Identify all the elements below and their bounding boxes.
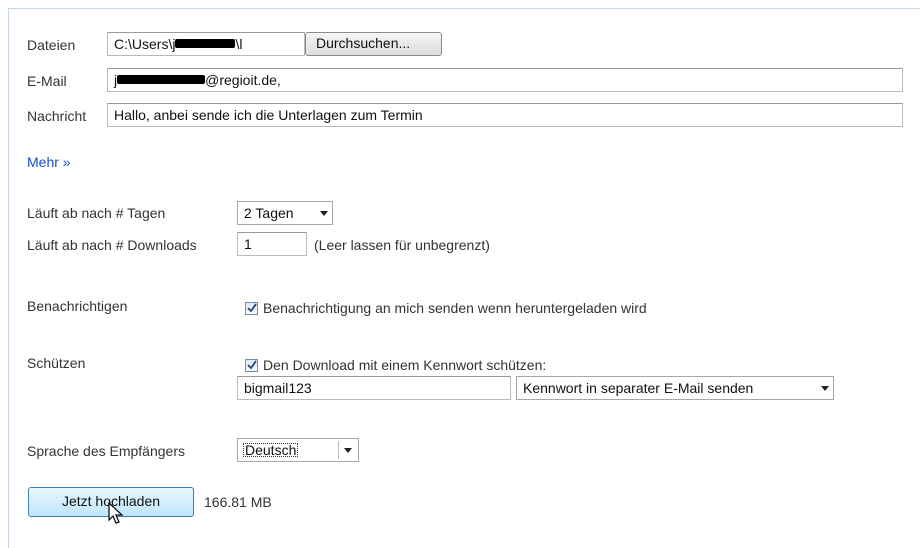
- protect-label: Schützen: [27, 355, 86, 371]
- checkmark-icon: [247, 303, 257, 313]
- expires-days-select[interactable]: 2 Tagen: [237, 201, 333, 225]
- message-label: Nachricht: [27, 108, 87, 124]
- files-input[interactable]: C:\Users\j \l: [107, 32, 305, 56]
- more-options-link[interactable]: Mehr »: [27, 154, 71, 170]
- redacted-text: [175, 39, 236, 48]
- message-input[interactable]: Hallo, anbei sende ich die Unterlagen zu…: [107, 103, 903, 127]
- expires-downloads-input[interactable]: 1: [237, 232, 307, 256]
- redacted-text: [117, 75, 206, 84]
- notify-checkbox[interactable]: [245, 302, 258, 315]
- total-size-text: 166.81 MB: [204, 494, 272, 510]
- upload-form-panel: Dateien C:\Users\j \l Durchsuchen... E-Ma…: [8, 8, 920, 548]
- notify-label: Benachrichtigen: [27, 298, 128, 314]
- browse-button[interactable]: Durchsuchen...: [305, 32, 442, 56]
- expires-downloads-hint: (Leer lassen für unbegrenzt): [314, 237, 490, 253]
- protect-checkbox[interactable]: [245, 359, 258, 372]
- files-label: Dateien: [27, 37, 76, 53]
- email-label: E-Mail: [27, 73, 67, 89]
- chevron-down-icon: [821, 386, 829, 391]
- expires-downloads-label: Läuft ab nach # Downloads: [27, 237, 197, 253]
- checkmark-icon: [247, 360, 257, 370]
- chevron-down-icon: [320, 211, 328, 216]
- notify-checkbox-row[interactable]: Benachrichtigung an mich senden wenn her…: [245, 300, 647, 316]
- language-select[interactable]: Deutsch: [237, 438, 359, 462]
- language-label: Sprache des Empfängers: [27, 443, 185, 459]
- email-input[interactable]: j @regioit.de,: [107, 68, 903, 92]
- expires-days-label: Läuft ab nach # Tagen: [27, 205, 166, 221]
- chevron-down-icon: [344, 448, 352, 453]
- select-divider: [338, 441, 339, 459]
- password-input[interactable]: bigmail123: [237, 376, 511, 400]
- protect-checkbox-row[interactable]: Den Download mit einem Kennwort schützen…: [245, 357, 546, 373]
- mouse-cursor-icon: [108, 502, 124, 524]
- password-delivery-select[interactable]: Kennwort in separater E-Mail senden: [516, 376, 834, 400]
